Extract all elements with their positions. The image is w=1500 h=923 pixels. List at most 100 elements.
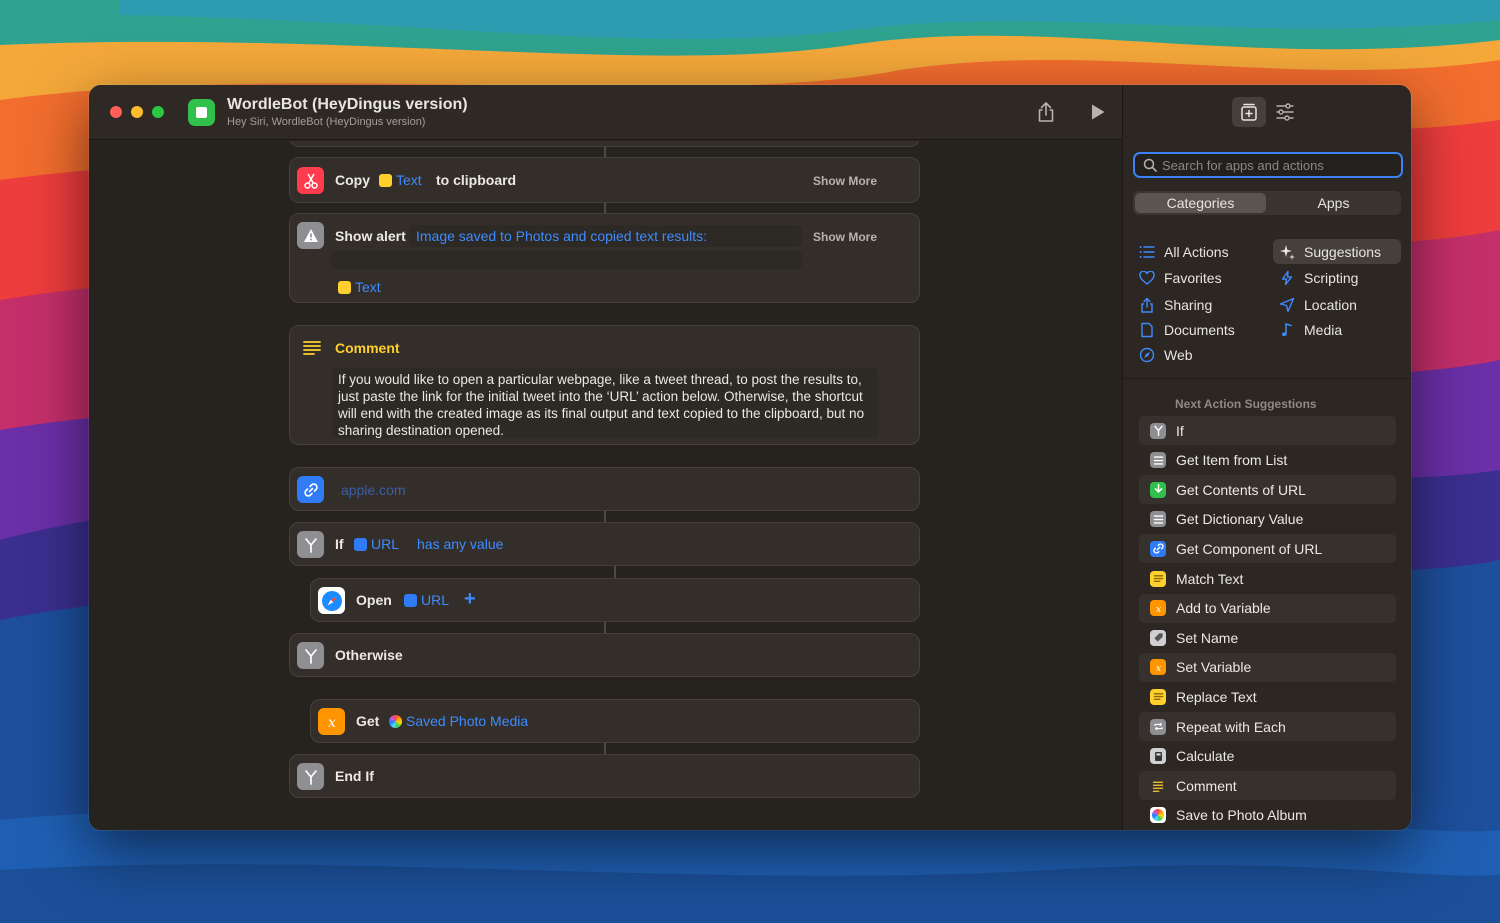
suggestion-label: Match Text <box>1176 570 1244 587</box>
url-action[interactable]: apple.com <box>289 467 920 511</box>
compass-icon <box>1139 347 1155 362</box>
shortcut-title[interactable]: WordleBot (HeyDingus version) <box>227 96 468 114</box>
suggestion-item[interactable]: Get Dictionary Value <box>1139 505 1396 534</box>
list-icon <box>1150 452 1166 469</box>
url-variable-token[interactable]: URL <box>404 592 449 608</box>
suggestion-item[interactable]: Calculate <box>1139 742 1396 771</box>
condition-token[interactable]: has any value <box>417 536 503 552</box>
saved-photo-media-token[interactable]: Saved Photo Media <box>389 713 528 729</box>
category-location[interactable]: Location <box>1273 292 1401 317</box>
category-documents[interactable]: Documents <box>1133 317 1258 342</box>
show-more-button[interactable]: Show More <box>813 230 877 244</box>
suggestion-item[interactable]: If <box>1139 416 1396 445</box>
suggestion-item[interactable]: x Set Variable <box>1139 652 1396 682</box>
url-variable-token[interactable]: URL <box>354 536 399 552</box>
suggestion-label: Add to Variable <box>1176 600 1271 617</box>
details-button[interactable] <box>1268 97 1302 127</box>
category-scripting[interactable]: Scripting <box>1273 265 1401 290</box>
scripting-icon <box>1281 270 1293 285</box>
shortcut-icon[interactable] <box>188 99 215 126</box>
suggestion-item[interactable]: Replace Text <box>1139 682 1396 711</box>
close-window-button[interactable] <box>110 106 122 118</box>
category-favorites[interactable]: Favorites <box>1133 265 1258 290</box>
suggestion-item[interactable]: Repeat with Each <box>1139 712 1396 741</box>
list-icon <box>1139 245 1155 258</box>
copy-suffix: to clipboard <box>436 172 517 188</box>
otherwise-action[interactable]: Otherwise <box>289 633 920 677</box>
if-branch-icon <box>297 763 324 790</box>
category-media[interactable]: Media <box>1273 317 1401 342</box>
link-icon <box>354 537 367 551</box>
text-icon <box>1150 688 1166 705</box>
svg-text:x: x <box>1155 604 1161 614</box>
suggestion-item[interactable]: Get Component of URL <box>1139 534 1396 564</box>
music-note-icon <box>1282 322 1292 336</box>
share-button[interactable] <box>1033 99 1059 125</box>
suggestion-label: Replace Text <box>1176 688 1257 705</box>
suggestion-item[interactable]: Save to Photo Album <box>1139 801 1396 830</box>
segment-apps[interactable]: Apps <box>1268 193 1399 213</box>
link-icon <box>404 593 417 607</box>
text-variable-token[interactable]: Text <box>338 279 381 295</box>
share-icon <box>1141 297 1153 313</box>
open-url-action[interactable]: Open URL + <box>310 578 920 622</box>
connector <box>604 203 606 213</box>
connector <box>604 622 606 633</box>
end-if-verb: End If <box>335 768 374 784</box>
search-field[interactable] <box>1133 152 1403 178</box>
search-input[interactable] <box>1162 156 1397 174</box>
suggestion-item[interactable]: Match Text <box>1139 564 1396 593</box>
suggestion-label: If <box>1176 422 1184 439</box>
action-library-sidebar: Categories Apps All Actions Favorites Sh… <box>1122 85 1411 830</box>
add-parameter-button[interactable]: + <box>464 588 476 611</box>
text-variable-icon <box>379 173 392 187</box>
alert-triangle-icon <box>297 222 324 249</box>
minimize-window-button[interactable] <box>131 106 143 118</box>
url-placeholder[interactable]: apple.com <box>341 482 406 498</box>
if-action[interactable]: If URL has any value <box>289 522 920 566</box>
alert-message-line[interactable] <box>330 251 802 269</box>
suggestions-header: Next Action Suggestions <box>1175 397 1317 411</box>
zoom-window-button[interactable] <box>152 106 164 118</box>
download-icon <box>1150 481 1166 498</box>
scissors-icon <box>297 167 324 194</box>
connector <box>604 147 606 157</box>
suggestion-label: Comment <box>1176 777 1237 794</box>
search-icon <box>1143 158 1157 172</box>
suggestion-label: Get Component of URL <box>1176 540 1323 557</box>
play-icon <box>1092 104 1105 120</box>
text-variable-token[interactable]: Text <box>379 172 422 188</box>
suggestion-item[interactable]: Get Contents of URL <box>1139 475 1396 505</box>
text-variable-icon <box>338 280 351 294</box>
suggestion-label: Set Name <box>1176 629 1239 646</box>
suggestion-item[interactable]: Get Item from List <box>1139 446 1396 475</box>
get-variable-action[interactable]: x Get Saved Photo Media <box>310 699 920 743</box>
category-suggestions[interactable]: Suggestions <box>1273 239 1401 264</box>
show-alert-action[interactable]: Show alert Image saved to Photos and cop… <box>289 213 920 303</box>
action-library-button[interactable] <box>1232 97 1266 127</box>
heart-icon <box>1139 270 1155 285</box>
photos-icon <box>1150 807 1166 824</box>
comment-lines-icon <box>303 341 321 355</box>
category-web[interactable]: Web <box>1133 342 1258 367</box>
category-sharing[interactable]: Sharing <box>1133 292 1258 317</box>
comment-action[interactable]: Comment If you would like to open a part… <box>289 325 920 445</box>
show-more-button[interactable]: Show More <box>813 174 877 188</box>
category-all-actions[interactable]: All Actions <box>1133 239 1258 264</box>
suggestion-label: Set Variable <box>1176 659 1252 676</box>
document-icon <box>1141 322 1153 337</box>
if-verb: If <box>335 536 344 552</box>
segment-categories[interactable]: Categories <box>1135 193 1266 213</box>
suggestion-item[interactable]: Comment <box>1139 771 1396 801</box>
variable-icon: x <box>1150 659 1166 676</box>
suggestion-item[interactable]: Set Name <box>1139 623 1396 652</box>
suggestion-item[interactable]: x Add to Variable <box>1139 593 1396 623</box>
sliders-icon <box>1276 103 1294 121</box>
copy-to-clipboard-action[interactable]: Copy Text to clipboard Show More <box>289 157 920 203</box>
run-button[interactable] <box>1085 99 1111 125</box>
if-branch-icon <box>297 531 324 558</box>
end-if-action[interactable]: End If <box>289 754 920 798</box>
repeat-icon <box>1150 718 1166 735</box>
location-arrow-icon <box>1279 297 1295 312</box>
open-verb: Open <box>356 592 392 608</box>
